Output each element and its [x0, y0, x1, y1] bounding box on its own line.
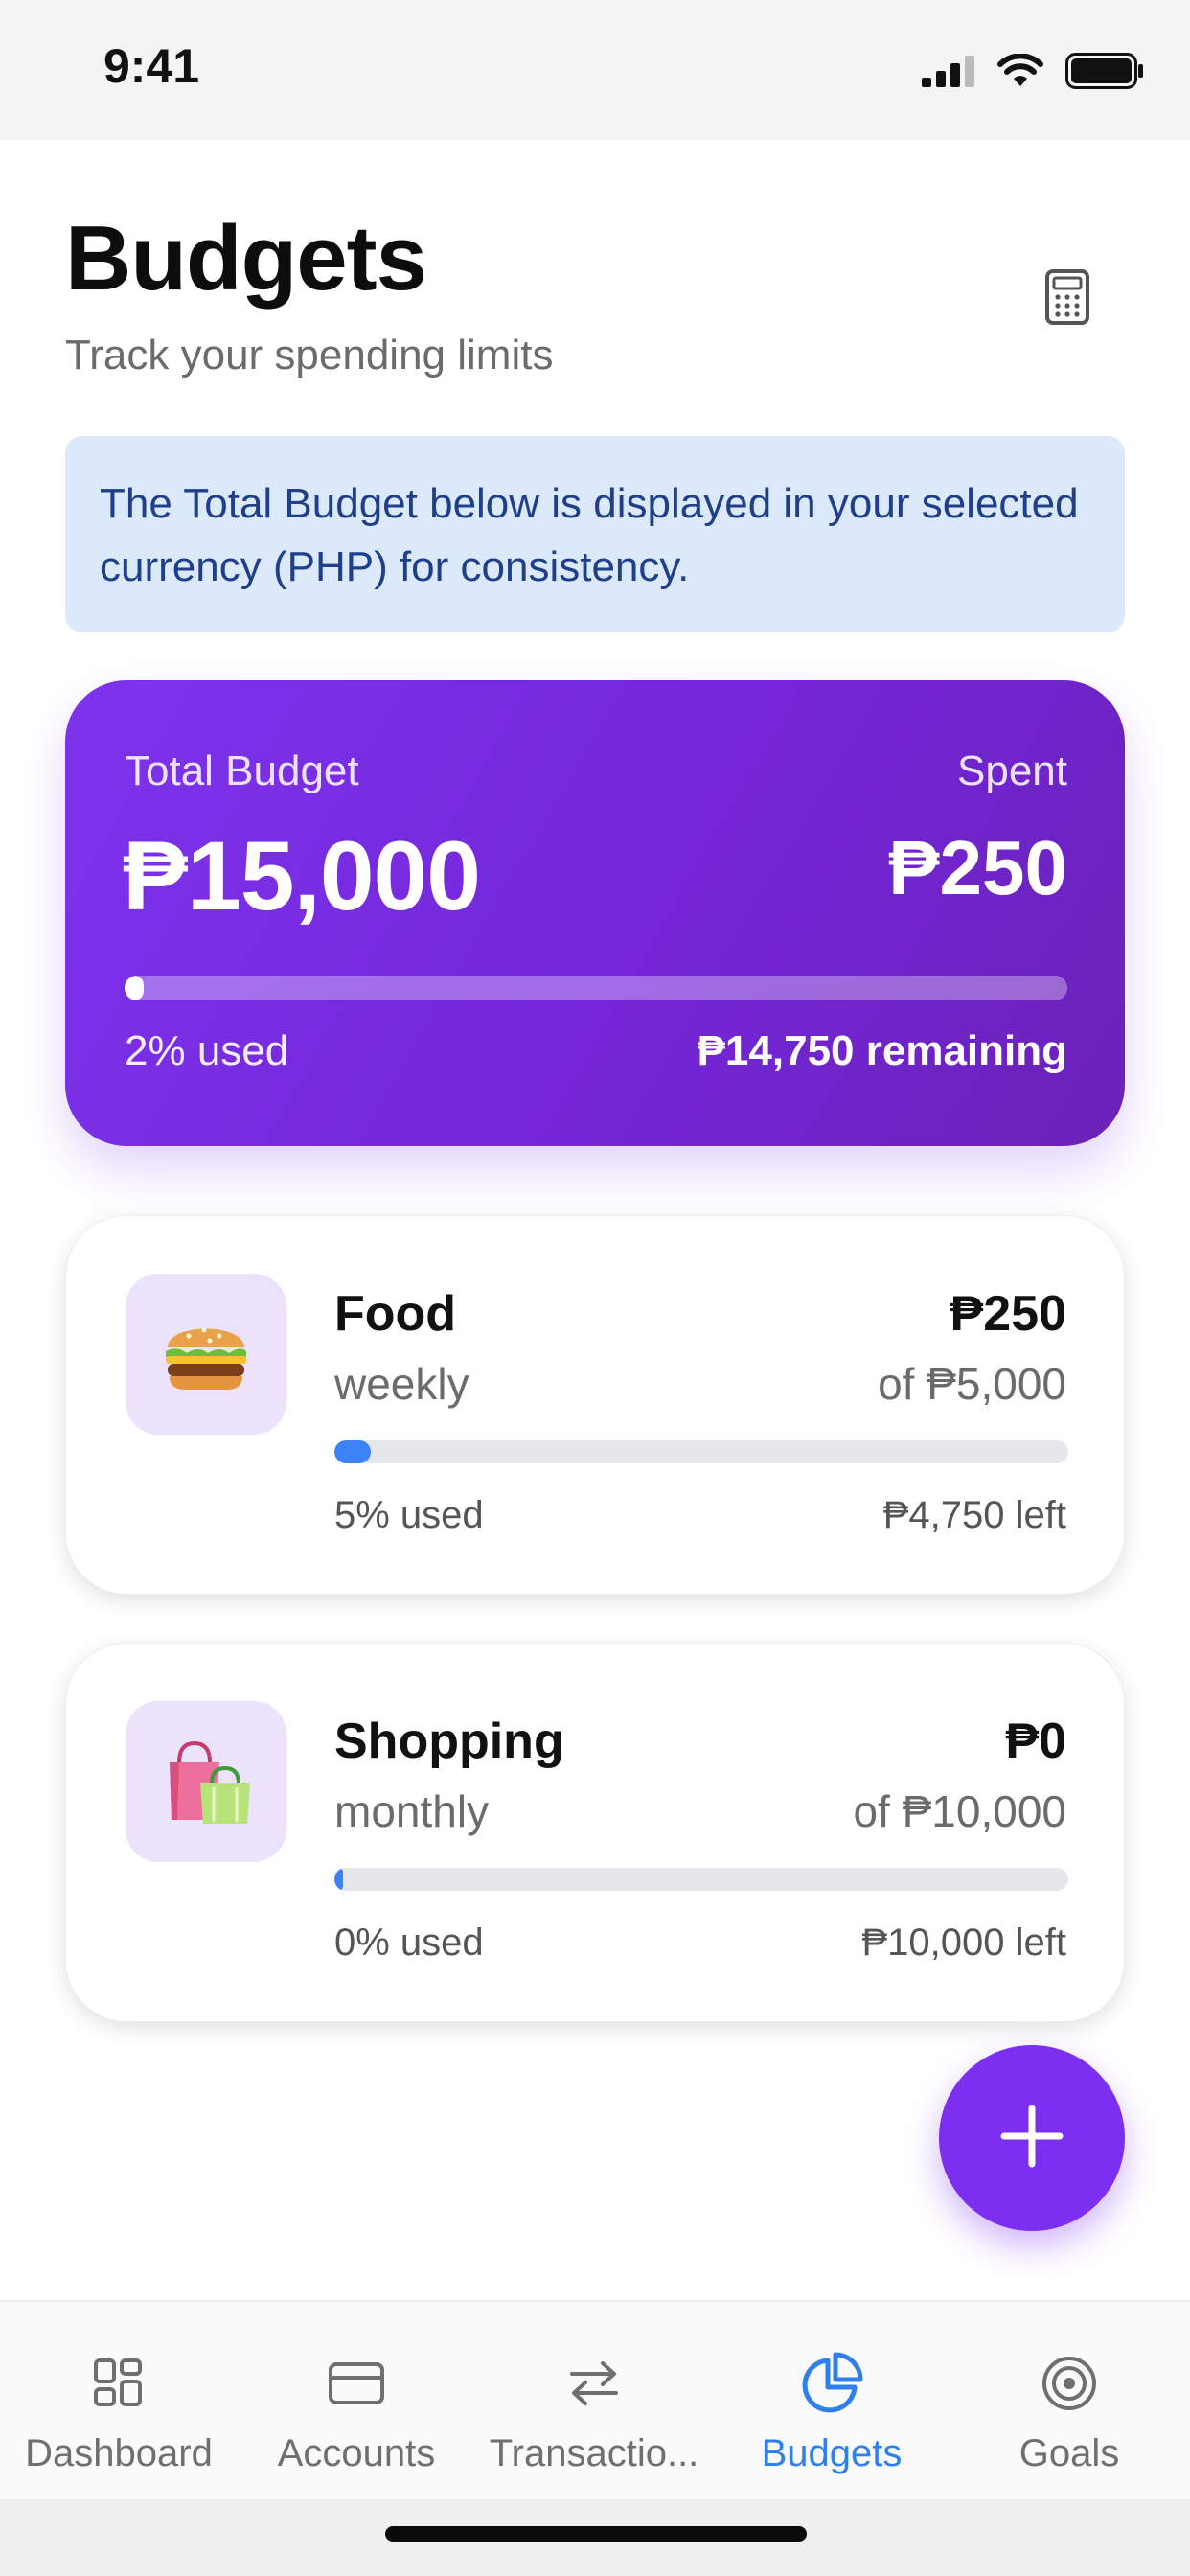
- tab-label: Budgets: [761, 2432, 903, 2474]
- budget-card-food[interactable]: Food weekly ₱250 of ₱5,000 5% used ₱4,75…: [65, 1215, 1125, 1595]
- tab-label: Accounts: [277, 2432, 436, 2474]
- total-progress-fill: [125, 976, 144, 1000]
- budget-spent: ₱0: [1005, 1714, 1066, 1769]
- budget-progress-fill: [334, 1440, 372, 1463]
- budget-period: weekly: [334, 1359, 469, 1409]
- pie-chart-icon: [799, 2350, 864, 2417]
- total-budget-label: Total Budget: [125, 748, 359, 794]
- total-budget-card[interactable]: Total Budget Spent ₱15,000 ₱250 2% used …: [65, 680, 1125, 1146]
- tab-label: Dashboard: [25, 2432, 213, 2474]
- target-icon: [1041, 2350, 1098, 2417]
- total-remaining: ₱14,750 remaining: [697, 1027, 1067, 1074]
- tab-dashboard[interactable]: Dashboard: [0, 2302, 238, 2501]
- budget-left: ₱10,000 left: [861, 1921, 1067, 1964]
- tab-label: Transactio...: [489, 2432, 699, 2474]
- transfer-arrows-icon: [566, 2350, 622, 2417]
- shopping-bags-icon: [126, 1701, 286, 1862]
- budget-progress-fill: [334, 1868, 344, 1891]
- calculator-icon: [1045, 268, 1089, 330]
- notice-text: The Total Budget below is displayed in y…: [100, 480, 1079, 590]
- budget-name: Shopping: [334, 1714, 564, 1769]
- tab-transactions[interactable]: Transactio...: [475, 2302, 713, 2501]
- card-icon: [328, 2350, 385, 2417]
- calculator-button[interactable]: [1037, 266, 1098, 332]
- budget-left: ₱4,750 left: [882, 1494, 1066, 1536]
- bottom-tab-bar: Dashboard Accounts Transactio... Budgets: [0, 2300, 1190, 2499]
- cellular-signal-icon: [922, 55, 975, 92]
- tab-label: Goals: [1018, 2432, 1120, 2474]
- tab-goals[interactable]: Goals: [950, 2302, 1188, 2501]
- budget-used-percent: 5% used: [334, 1494, 484, 1536]
- budget-card-shopping[interactable]: Shopping monthly ₱0 of ₱10,000 0% used ₱…: [65, 1643, 1125, 2022]
- battery-icon: [1065, 52, 1144, 94]
- budget-period: monthly: [334, 1786, 490, 1836]
- home-indicator[interactable]: [385, 2526, 807, 2542]
- spent-label: Spent: [957, 748, 1067, 794]
- total-used-percent: 2% used: [125, 1027, 289, 1074]
- plus-icon: [998, 2103, 1065, 2174]
- hamburger-icon: [126, 1274, 286, 1435]
- page-title: Budgets: [65, 207, 427, 310]
- dashboard-grid-icon: [92, 2350, 146, 2417]
- tab-budgets[interactable]: Budgets: [713, 2302, 950, 2501]
- budget-spent: ₱250: [950, 1286, 1066, 1342]
- status-icons: [922, 50, 1144, 96]
- total-budget-amount: ₱15,000: [123, 821, 481, 931]
- budget-limit: of ₱5,000: [878, 1359, 1066, 1409]
- spent-amount: ₱250: [888, 825, 1067, 910]
- budget-name: Food: [334, 1286, 457, 1342]
- tab-accounts[interactable]: Accounts: [238, 2302, 475, 2501]
- add-budget-button[interactable]: [939, 2045, 1125, 2231]
- total-progress-track: [125, 976, 1067, 1000]
- budget-progress-track: [334, 1868, 1068, 1891]
- budget-used-percent: 0% used: [334, 1921, 484, 1964]
- page-subtitle: Track your spending limits: [65, 332, 554, 379]
- currency-info-notice: The Total Budget below is displayed in y…: [65, 436, 1125, 632]
- status-bar: 9:41: [0, 0, 1190, 140]
- status-time: 9:41: [103, 39, 200, 93]
- budget-progress-track: [334, 1440, 1068, 1463]
- wifi-icon: [996, 52, 1044, 93]
- budget-limit: of ₱10,000: [853, 1786, 1066, 1836]
